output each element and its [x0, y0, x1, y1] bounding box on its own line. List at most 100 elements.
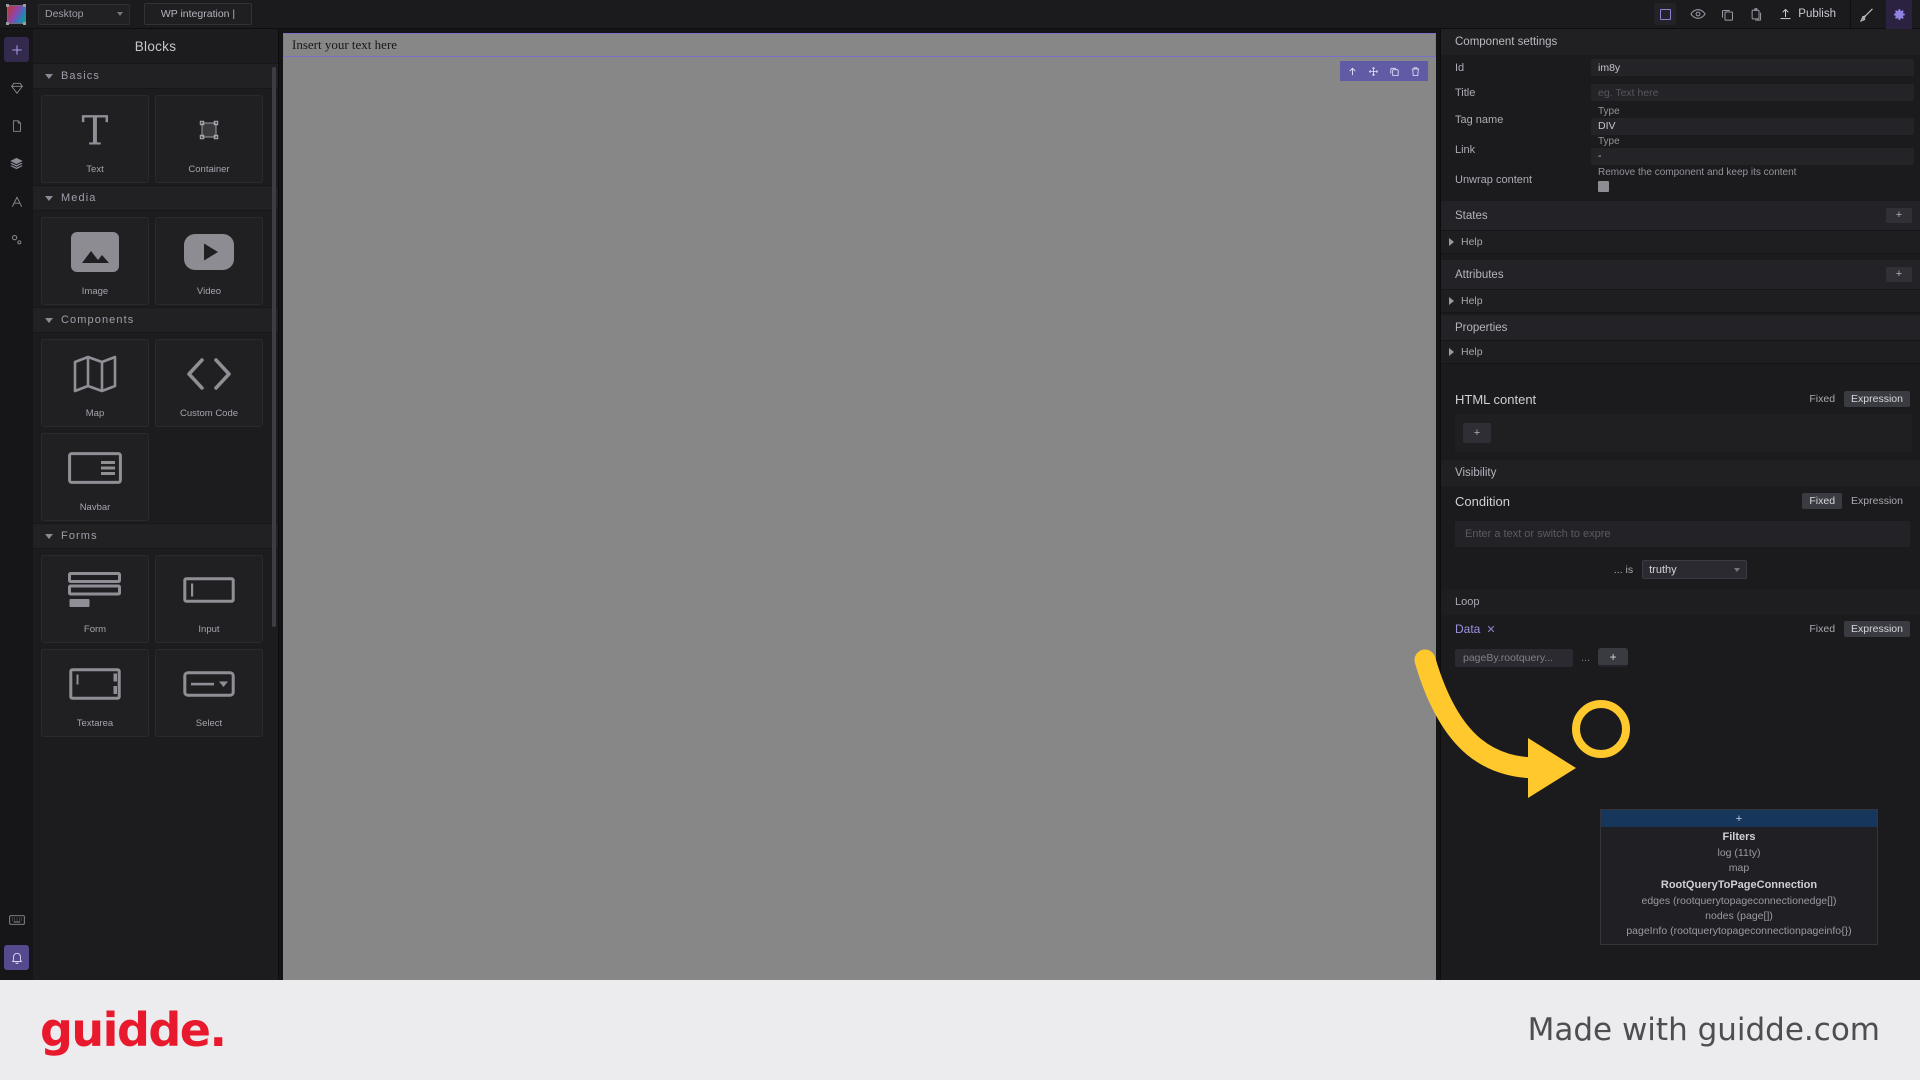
device-select[interactable]: Desktop — [38, 3, 130, 25]
condition-operator-select[interactable]: truthy — [1642, 560, 1748, 579]
chevron-down-icon — [45, 533, 53, 539]
selected-text-block[interactable]: Insert your text here — [283, 33, 1436, 57]
title-input[interactable]: eg. Text here — [1591, 84, 1914, 101]
block-tile-textarea[interactable]: Textarea — [41, 649, 149, 737]
setting-row-id: Id im8y — [1441, 55, 1920, 80]
add-state-button[interactable]: + — [1886, 208, 1912, 223]
diamond-icon[interactable] — [4, 75, 29, 100]
artboard-icon[interactable] — [1654, 3, 1677, 25]
properties-help-toggle[interactable]: Help — [1441, 340, 1920, 364]
block-tile-label: Image — [81, 286, 109, 297]
block-tile-image[interactable]: Image — [41, 217, 149, 305]
guidde-footer: guidde. Made with guidde.com — [0, 980, 1920, 1080]
block-tile-map[interactable]: Map — [41, 339, 149, 427]
dropdown-add-row[interactable]: + — [1601, 810, 1877, 827]
blocks-group-basics[interactable]: Basics — [33, 63, 278, 89]
condition-title: Condition — [1455, 493, 1510, 509]
paste-icon[interactable] — [1749, 7, 1764, 22]
setting-label: Id — [1455, 61, 1465, 74]
delete-icon[interactable] — [1405, 61, 1426, 81]
unwrap-content-checkbox[interactable] — [1598, 180, 1609, 192]
layers-icon[interactable] — [4, 151, 29, 176]
condition-input[interactable]: Enter a text or switch to expre — [1455, 521, 1910, 547]
mode-fixed[interactable]: Fixed — [1802, 621, 1842, 637]
expression-autocomplete-dropdown[interactable]: + Filters log (11ty) map RootQueryToPage… — [1600, 809, 1878, 945]
blocks-group-label: Components — [61, 314, 135, 326]
dropdown-item[interactable]: nodes (page[]) — [1601, 908, 1877, 923]
move-icon[interactable] — [1363, 61, 1384, 81]
page-icon[interactable] — [4, 113, 29, 138]
duplicate-icon[interactable] — [1384, 61, 1405, 81]
app-logo-icon[interactable] — [6, 3, 26, 25]
chevron-right-icon — [1449, 297, 1454, 305]
dropdown-item[interactable]: pageInfo (rootquerytopageconnectionpagei… — [1601, 923, 1877, 938]
select-parent-icon[interactable] — [1342, 61, 1363, 81]
copy-icon[interactable] — [1720, 7, 1735, 22]
id-input[interactable]: im8y — [1591, 59, 1914, 76]
keyboard-icon[interactable] — [4, 907, 29, 932]
selection-toolbar — [1340, 61, 1428, 81]
section-properties: Properties — [1441, 315, 1920, 340]
dropdown-item[interactable]: log (11ty) — [1601, 845, 1877, 860]
block-tile-input[interactable]: Input — [155, 555, 263, 643]
brush-icon[interactable] — [1859, 6, 1876, 23]
code-brackets-icon — [183, 340, 235, 408]
block-tile-label: Custom Code — [179, 408, 239, 419]
condition-mode-toggle[interactable]: Fixed Expression — [1802, 493, 1910, 509]
tag-name-select[interactable]: DIV — [1591, 117, 1914, 135]
mode-expression[interactable]: Expression — [1844, 391, 1910, 407]
mode-fixed[interactable]: Fixed — [1802, 391, 1842, 407]
upload-icon — [1780, 8, 1791, 19]
preview-eye-icon[interactable] — [1690, 6, 1706, 22]
condition-is-label: ... is — [1613, 563, 1634, 576]
html-content-mode-toggle[interactable]: Fixed Expression — [1802, 391, 1910, 407]
blocks-group-forms[interactable]: Forms — [33, 523, 278, 549]
blocks-panel-scrollbar[interactable] — [272, 67, 276, 627]
container-box-icon — [197, 96, 221, 164]
block-tile-select[interactable]: Select — [155, 649, 263, 737]
add-block-icon[interactable] — [4, 37, 29, 62]
loop-mode-toggle[interactable]: Fixed Expression — [1802, 621, 1910, 637]
html-content-header: HTML content Fixed Expression — [1441, 384, 1920, 414]
navbar-icon — [68, 434, 122, 502]
condition-operator-value: truthy — [1649, 563, 1677, 576]
map-icon — [72, 340, 118, 408]
dropdown-item[interactable]: edges (rootquerytopageconnectionedge[]) — [1601, 893, 1877, 908]
typography-icon[interactable] — [4, 189, 29, 214]
svg-text:T: T — [82, 108, 109, 152]
help-label: Help — [1461, 346, 1483, 358]
blocks-group-components[interactable]: Components — [33, 307, 278, 333]
page-canvas[interactable]: Insert your text here — [283, 33, 1436, 980]
link-select[interactable]: - — [1591, 147, 1914, 165]
block-tile-container[interactable]: Container — [155, 95, 263, 183]
loop-data-token[interactable]: pageBy.rootquery... — [1455, 648, 1573, 667]
publish-button[interactable]: Publish — [1778, 7, 1836, 22]
dropdown-item[interactable]: map — [1601, 860, 1877, 875]
image-icon — [70, 218, 120, 286]
block-tile-label: Map — [85, 408, 105, 419]
project-tab[interactable]: WP integration | — [144, 3, 252, 25]
settings-gears-icon[interactable] — [4, 227, 29, 252]
block-tile-navbar[interactable]: Navbar — [41, 433, 149, 521]
mode-fixed[interactable]: Fixed — [1802, 493, 1843, 509]
mode-expression[interactable]: Expression — [1844, 493, 1910, 509]
help-label: Help — [1461, 236, 1483, 248]
blocks-group-label: Forms — [61, 530, 98, 542]
bell-icon[interactable] — [4, 945, 29, 970]
loop-data-remove-icon[interactable]: ✕ — [1486, 623, 1495, 636]
blocks-grid-basics: T Text Container — [33, 89, 278, 185]
states-help-toggle[interactable]: Help — [1441, 230, 1920, 254]
add-html-content-button[interactable]: + — [1463, 423, 1491, 443]
guidde-tagline: Made with guidde.com — [1527, 1012, 1880, 1048]
block-tile-custom-code[interactable]: Custom Code — [155, 339, 263, 427]
mode-expression[interactable]: Expression — [1844, 621, 1910, 637]
block-tile-form[interactable]: Form — [41, 555, 149, 643]
attributes-help-toggle[interactable]: Help — [1441, 289, 1920, 313]
block-tile-text[interactable]: T Text — [41, 95, 149, 183]
chevron-down-icon — [45, 73, 53, 79]
blocks-group-media[interactable]: Media — [33, 185, 278, 211]
block-tile-video[interactable]: Video — [155, 217, 263, 305]
loop-data-add-button[interactable]: + — [1598, 648, 1629, 667]
gear-icon[interactable] — [1886, 0, 1912, 29]
add-attribute-button[interactable]: + — [1886, 267, 1912, 282]
